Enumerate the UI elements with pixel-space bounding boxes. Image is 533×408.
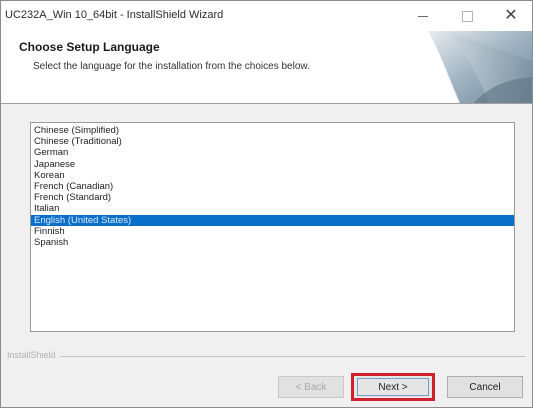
installshield-wizard-window: UC232A_Win 10_64bit - InstallShield Wiza… <box>0 0 533 408</box>
language-option[interactable]: Italian <box>31 203 514 214</box>
language-listbox[interactable]: Chinese (Simplified) Chinese (Traditiona… <box>30 122 515 332</box>
language-option[interactable]: Korean <box>31 170 514 181</box>
close-icon: ✕ <box>504 7 518 24</box>
page-title: Choose Setup Language <box>19 40 160 54</box>
language-option[interactable]: Chinese (Simplified) <box>31 125 514 136</box>
wizard-header: Choose Setup Language Select the languag… <box>1 31 532 104</box>
language-option-selected[interactable]: English (United States) <box>31 214 514 226</box>
back-button[interactable]: < Back <box>278 376 344 398</box>
maximize-icon <box>461 10 473 22</box>
language-option[interactable]: French (Standard) <box>31 192 514 203</box>
next-button[interactable]: Next > <box>351 373 435 401</box>
installshield-banner-graphic <box>419 31 532 103</box>
minimize-button[interactable] <box>401 1 445 31</box>
footer-divider <box>7 356 526 357</box>
maximize-button[interactable] <box>445 1 489 31</box>
window-title: UC232A_Win 10_64bit - InstallShield Wiza… <box>5 9 224 21</box>
language-option[interactable]: Chinese (Traditional) <box>31 136 514 147</box>
language-option[interactable]: French (Canadian) <box>31 181 514 192</box>
title-bar[interactable]: UC232A_Win 10_64bit - InstallShield Wiza… <box>1 1 532 31</box>
installshield-brand-label: InstallShield <box>7 350 60 360</box>
page-subtitle: Select the language for the installation… <box>33 61 310 72</box>
language-option[interactable]: Finnish <box>31 226 514 237</box>
language-option[interactable]: German <box>31 147 514 158</box>
next-button-label: Next > <box>357 378 429 396</box>
minimize-icon <box>418 15 428 17</box>
language-option[interactable]: Japanese <box>31 159 514 170</box>
language-option[interactable]: Spanish <box>31 237 514 248</box>
close-button[interactable]: ✕ <box>489 1 532 31</box>
cancel-button[interactable]: Cancel <box>447 376 523 398</box>
